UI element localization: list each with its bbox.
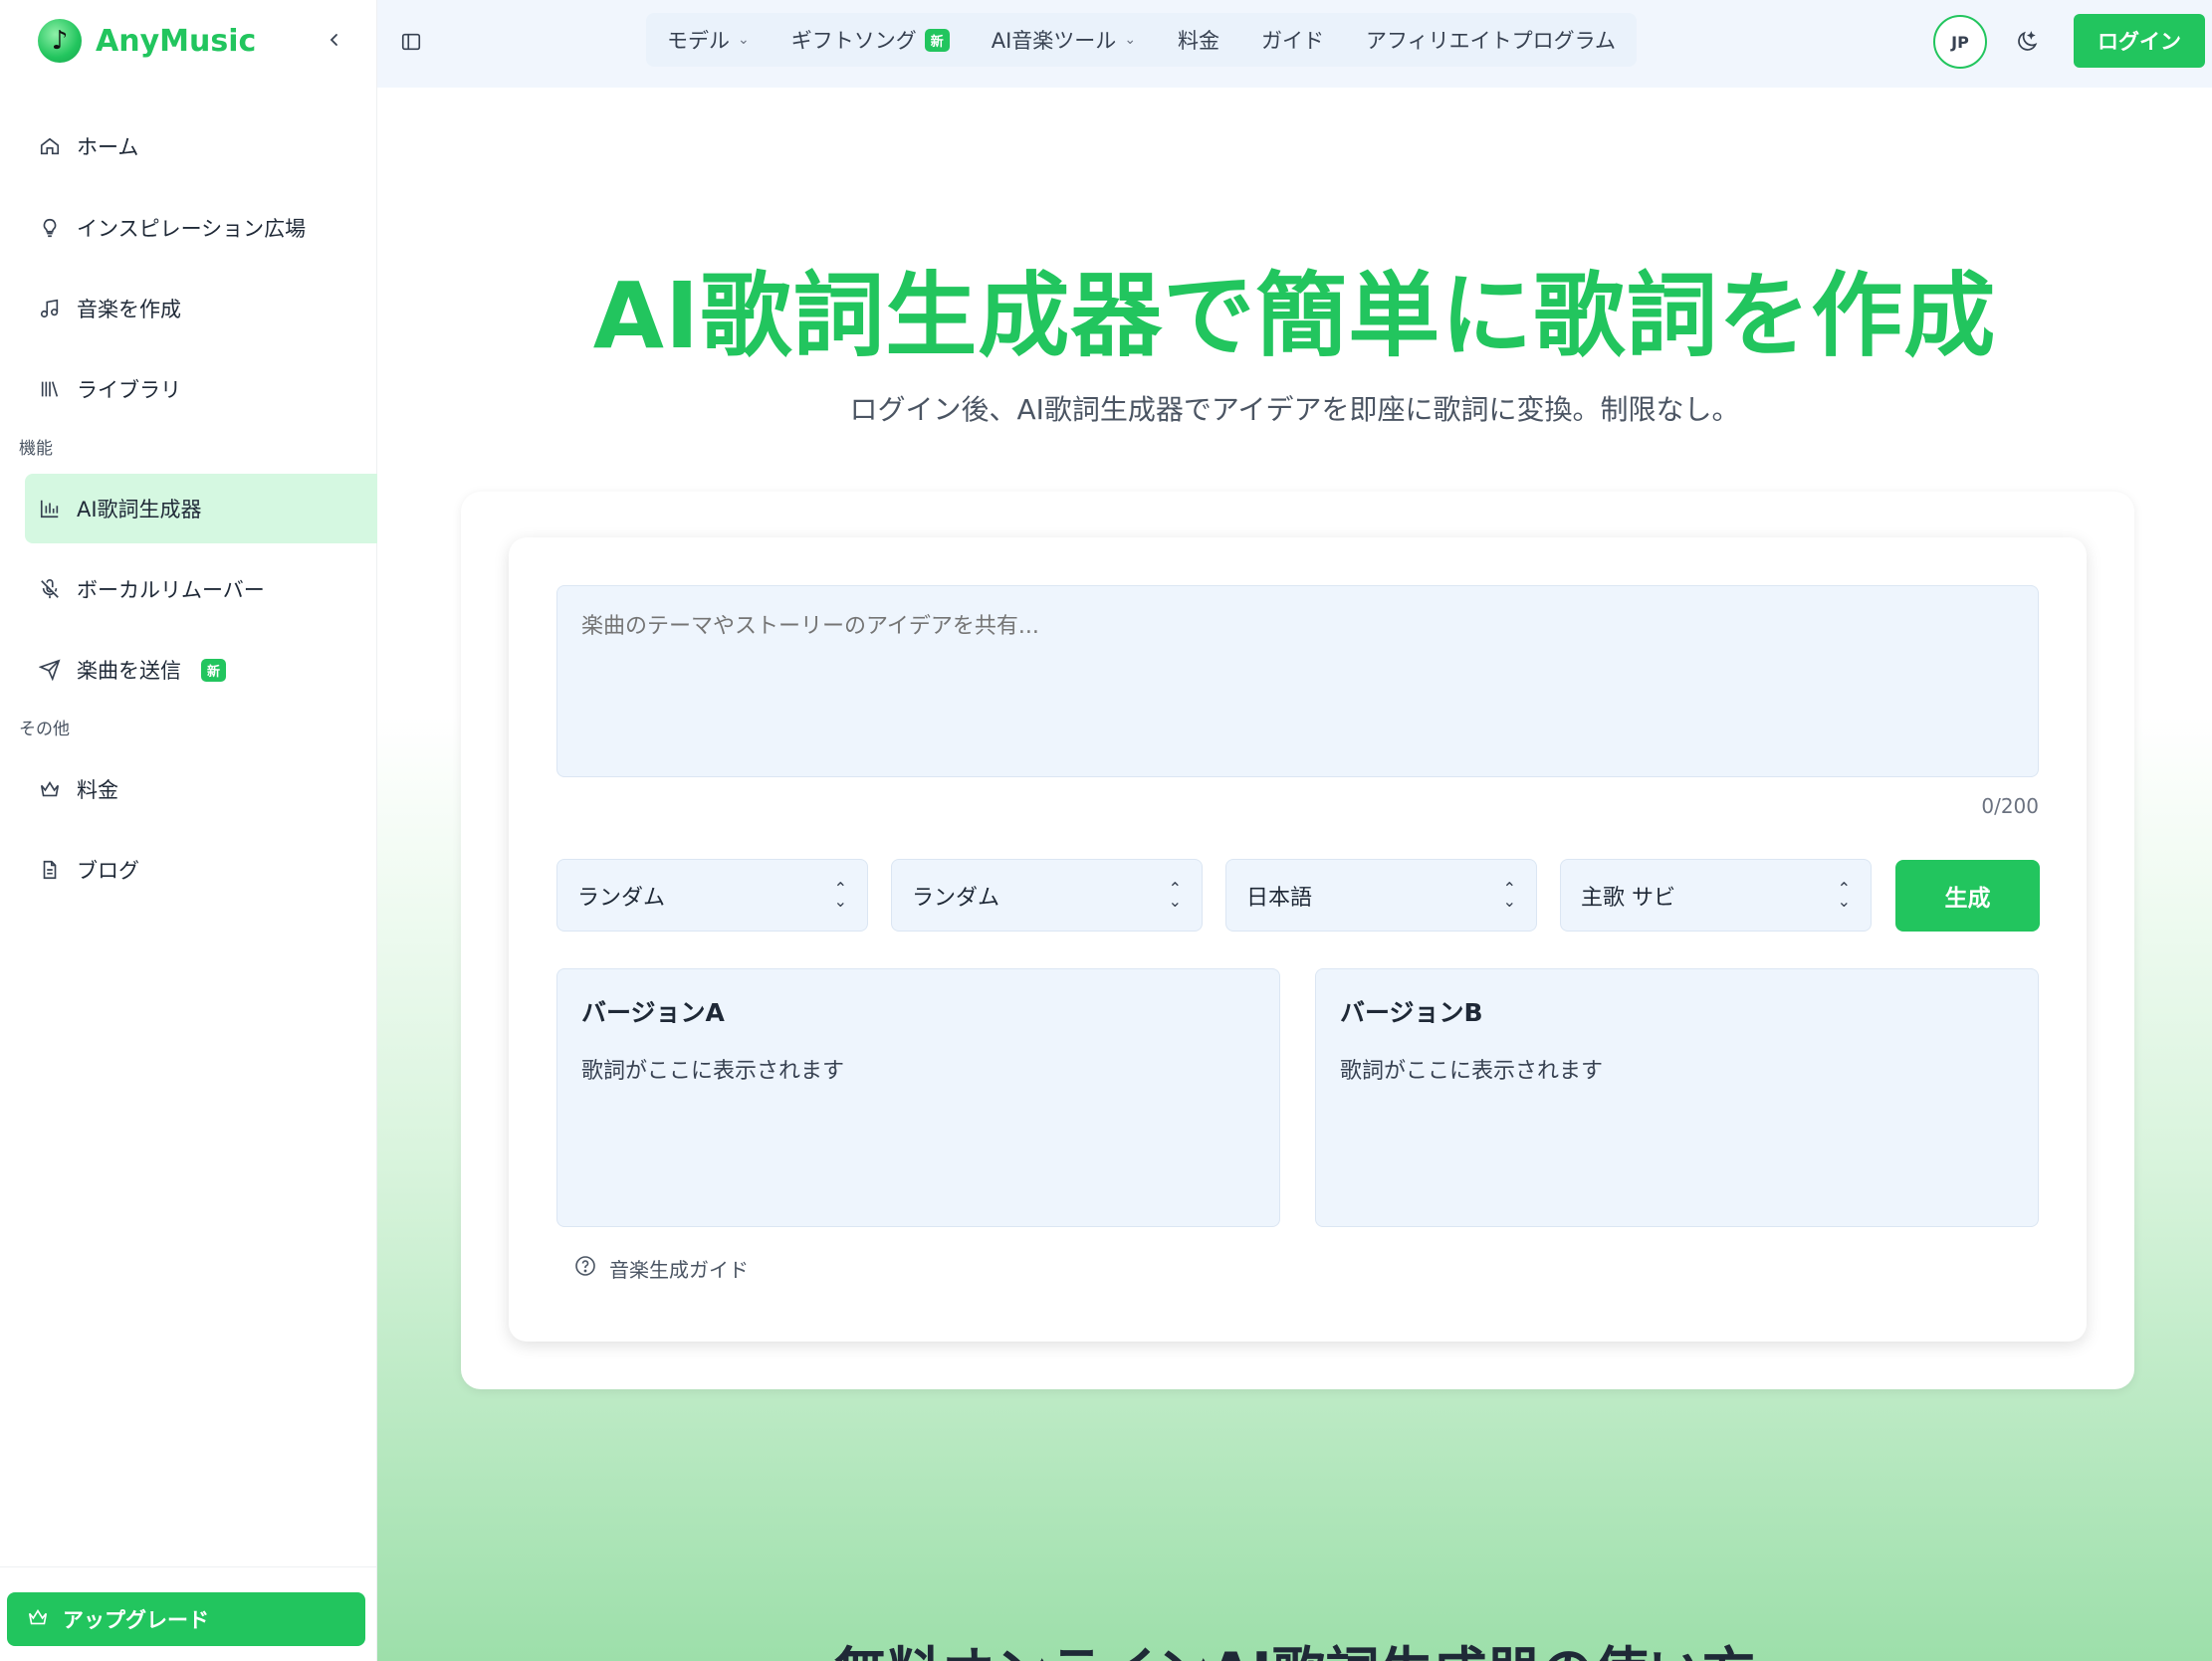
upgrade-button[interactable]: アップグレード bbox=[7, 1592, 365, 1646]
sidebar-item-label: ライブラリ bbox=[77, 378, 181, 402]
sidebar-item-label: インスピレーション広場 bbox=[77, 217, 307, 241]
select-value: 主歌 サビ bbox=[1581, 885, 1675, 911]
prompt-input[interactable] bbox=[556, 585, 2039, 777]
sidebar-item-label: 料金 bbox=[77, 778, 118, 802]
sidebar-item-label: ボーカルリムーバー bbox=[77, 578, 265, 602]
chevron-down-icon: ⌄ bbox=[1124, 32, 1137, 48]
page-subtitle: ログイン後、AI歌詞生成器でアイデアを即座に歌詞に変換。制限なし。 bbox=[849, 393, 1740, 426]
select-value: ランダム bbox=[577, 885, 666, 911]
section-heading: 無料オンラインAI歌詞生成器の使い方 bbox=[377, 1628, 2212, 1661]
sidebar-item-label: ホーム bbox=[77, 135, 139, 159]
home-icon bbox=[37, 133, 63, 159]
version-a-panel: バージョンA 歌詞がここに表示されます bbox=[556, 968, 1280, 1227]
version-a-title: バージョンA bbox=[581, 998, 725, 1027]
select-value: 日本語 bbox=[1246, 885, 1313, 911]
updown-chevron-icon: ⌃ ⌄ bbox=[1502, 878, 1516, 911]
login-button[interactable]: ログイン bbox=[2074, 14, 2205, 68]
upgrade-label: アップグレード bbox=[63, 1608, 209, 1632]
library-icon bbox=[37, 376, 63, 402]
version-b-panel: バージョンB 歌詞がここに表示されます bbox=[1315, 968, 2039, 1227]
sidebar-item-home[interactable]: ホーム bbox=[25, 111, 377, 181]
updown-chevron-icon: ⌃ ⌄ bbox=[1168, 878, 1182, 911]
menu-label: ギフトソング bbox=[790, 29, 917, 53]
top-nav: モデル ⌄ ギフトソング 新 AI音楽ツール ⌄ 料金 ガイド アフィリエイトプ… bbox=[377, 0, 2212, 88]
section-label-features: 機能 bbox=[19, 439, 53, 459]
menu-item-guide[interactable]: ガイド bbox=[1240, 13, 1345, 67]
section-label-other: その他 bbox=[19, 720, 70, 739]
lightbulb-icon bbox=[37, 215, 63, 241]
menu-item-models[interactable]: モデル ⌄ bbox=[646, 13, 771, 67]
new-badge: 新 bbox=[924, 28, 950, 52]
menu-item-ai-music-tools[interactable]: AI音楽ツール ⌄ bbox=[971, 13, 1157, 67]
menu-item-pricing[interactable]: 料金 bbox=[1157, 13, 1240, 67]
brand-name: AnyMusic bbox=[96, 23, 257, 59]
structure-select[interactable]: 主歌 サビ ⌃ ⌄ bbox=[1560, 859, 1872, 932]
language-button[interactable]: JP bbox=[1933, 15, 1987, 69]
main-menu: モデル ⌄ ギフトソング 新 AI音楽ツール ⌄ 料金 ガイド アフィリエイトプ… bbox=[646, 13, 1637, 67]
sidebar-item-pricing[interactable]: 料金 bbox=[25, 754, 377, 824]
character-counter: 0/200 bbox=[1981, 794, 2039, 818]
menu-label: 料金 bbox=[1178, 29, 1220, 53]
moon-icon[interactable] bbox=[2007, 22, 2047, 62]
sidebar-item-create-music[interactable]: 音楽を作成 bbox=[25, 274, 377, 343]
version-a-body: 歌詞がここに表示されます bbox=[581, 1059, 845, 1084]
mood-select[interactable]: ランダム ⌃ ⌄ bbox=[891, 859, 1203, 932]
chevron-left-icon[interactable] bbox=[317, 22, 352, 58]
version-b-title: バージョンB bbox=[1340, 998, 1483, 1027]
crown-icon bbox=[37, 776, 63, 802]
brand-logo-icon: ♪ bbox=[38, 19, 82, 63]
bar-chart-icon bbox=[37, 496, 63, 521]
select-value: ランダム bbox=[912, 885, 1000, 911]
genre-select[interactable]: ランダム ⌃ ⌄ bbox=[556, 859, 868, 932]
menu-item-gift-song[interactable]: ギフトソング 新 bbox=[771, 13, 971, 67]
menu-item-affiliate[interactable]: アフィリエイトプログラム bbox=[1345, 13, 1637, 67]
mic-off-icon bbox=[37, 576, 63, 602]
updown-chevron-icon: ⌃ ⌄ bbox=[1837, 878, 1851, 911]
menu-label: アフィリエイトプログラム bbox=[1366, 29, 1616, 53]
guide-label: 音楽生成ガイド bbox=[609, 1258, 749, 1282]
sidebar-item-label: AI歌詞生成器 bbox=[77, 498, 202, 521]
chevron-down-icon: ⌄ bbox=[738, 32, 750, 48]
sidebar-item-label: 楽曲を送信 bbox=[77, 659, 181, 683]
version-b-body: 歌詞がここに表示されます bbox=[1340, 1059, 1604, 1084]
music-note-icon bbox=[37, 296, 63, 321]
help-circle-icon bbox=[573, 1254, 597, 1283]
divider bbox=[0, 1566, 377, 1567]
main-content: AI歌詞生成器で簡単に歌詞を作成 ログイン後、AI歌詞生成器でアイデアを即座に歌… bbox=[377, 88, 2212, 1661]
page-title: AI歌詞生成器で簡単に歌詞を作成 bbox=[592, 263, 1997, 369]
new-badge: 新 bbox=[201, 658, 227, 682]
updown-chevron-icon: ⌃ ⌄ bbox=[833, 878, 847, 911]
music-guide-link[interactable]: 音楽生成ガイド bbox=[573, 1254, 749, 1283]
generate-button[interactable]: 生成 bbox=[1895, 860, 2040, 932]
sidebar-item-blog[interactable]: ブログ bbox=[25, 835, 377, 905]
menu-label: モデル bbox=[667, 29, 730, 53]
crown-icon bbox=[27, 1606, 49, 1633]
sidebar: ♪ AnyMusic ホーム インスピレーション広場 音楽を作成 ライブラリ 機… bbox=[0, 0, 377, 1661]
menu-label: ガイド bbox=[1261, 29, 1325, 53]
sidebar-item-submit-song[interactable]: 楽曲を送信 新 bbox=[25, 635, 377, 705]
sidebar-item-label: 音楽を作成 bbox=[77, 298, 181, 321]
brand[interactable]: ♪ AnyMusic bbox=[38, 17, 256, 65]
sidebar-toggle-icon[interactable] bbox=[391, 22, 431, 62]
sidebar-item-vocal-remover[interactable]: ボーカルリムーバー bbox=[25, 554, 377, 624]
language-select[interactable]: 日本語 ⌃ ⌄ bbox=[1225, 859, 1537, 932]
send-icon bbox=[37, 657, 63, 683]
sidebar-item-ai-lyrics[interactable]: AI歌詞生成器 bbox=[25, 474, 377, 543]
sidebar-item-inspiration[interactable]: インスピレーション広場 bbox=[25, 193, 377, 263]
sidebar-item-label: ブログ bbox=[77, 859, 139, 883]
document-icon bbox=[37, 857, 63, 883]
sidebar-item-library[interactable]: ライブラリ bbox=[25, 354, 377, 424]
menu-label: AI音楽ツール bbox=[991, 29, 1117, 53]
